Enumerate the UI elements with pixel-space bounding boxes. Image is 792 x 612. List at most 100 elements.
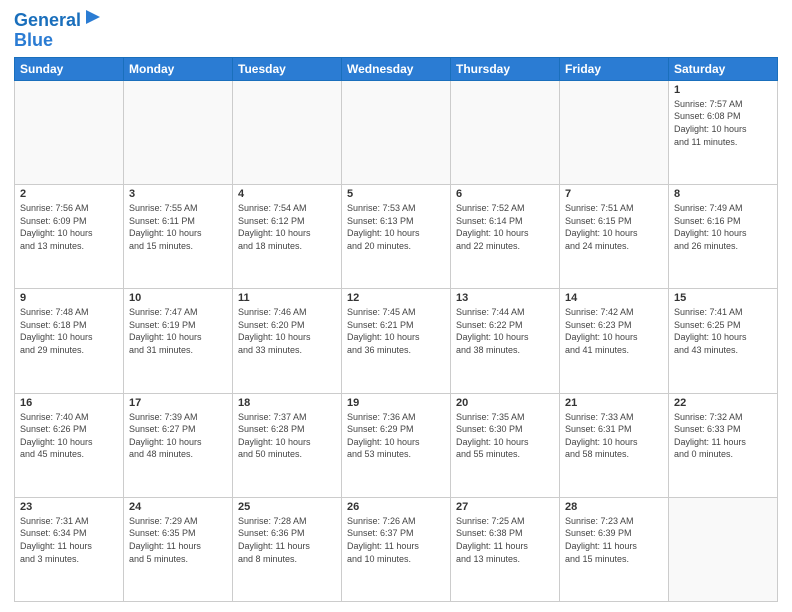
day-info: Sunrise: 7:46 AM Sunset: 6:20 PM Dayligh… (238, 306, 336, 356)
day-number: 3 (129, 188, 227, 200)
calendar-cell: 19Sunrise: 7:36 AM Sunset: 6:29 PM Dayli… (342, 393, 451, 497)
day-number: 12 (347, 292, 445, 304)
calendar-cell (15, 80, 124, 184)
calendar-cell: 22 Sunrise: 7:32 AM Sunset: 6:33 PM Dayli… (669, 393, 778, 497)
day-info: Sunrise: 7:54 AM Sunset: 6:12 PM Dayligh… (238, 202, 336, 252)
calendar-cell: 12 Sunrise: 7:45 AM Sunset: 6:21 PM Dayli… (342, 289, 451, 393)
calendar-cell: 9Sunrise: 7:48 AM Sunset: 6:18 PM Daylig… (15, 289, 124, 393)
calendar-cell: 25Sunrise: 7:28 AM Sunset: 6:36 PM Dayli… (233, 497, 342, 601)
calendar-cell: 18 Sunrise: 7:37 AM Sunset: 6:28 PM Dayli… (233, 393, 342, 497)
logo-arrow-icon (84, 8, 102, 26)
calendar-cell: 3 Sunrise: 7:55 AM Sunset: 6:11 PM Daylig… (124, 185, 233, 289)
weekday-header: Sunday (15, 57, 124, 80)
day-number: 23 (20, 501, 118, 513)
day-number: 24 (129, 501, 227, 513)
day-info: Sunrise: 7:52 AM Sunset: 6:14 PM Dayligh… (456, 202, 554, 252)
day-info: Sunrise: 7:40 AM Sunset: 6:26 PM Dayligh… (20, 411, 118, 461)
day-info: Sunrise: 7:48 AM Sunset: 6:18 PM Dayligh… (20, 306, 118, 356)
logo-blue-text: Blue (14, 31, 102, 51)
day-number: 2 (20, 188, 118, 200)
calendar-cell: 7 Sunrise: 7:51 AM Sunset: 6:15 PM Daylig… (560, 185, 669, 289)
weekday-header: Tuesday (233, 57, 342, 80)
calendar-cell: 23 Sunrise: 7:31 AM Sunset: 6:34 PM Dayli… (15, 497, 124, 601)
calendar-cell: 17 Sunrise: 7:39 AM Sunset: 6:27 PM Dayli… (124, 393, 233, 497)
day-info: Sunrise: 7:49 AM Sunset: 6:16 PM Dayligh… (674, 202, 772, 252)
calendar-cell: 11 Sunrise: 7:46 AM Sunset: 6:20 PM Dayli… (233, 289, 342, 393)
weekday-header: Friday (560, 57, 669, 80)
calendar-cell: 15Sunrise: 7:41 AM Sunset: 6:25 PM Dayli… (669, 289, 778, 393)
header: General Blue (14, 10, 778, 51)
calendar-week-row: 1 Sunrise: 7:57 AM Sunset: 6:08 PM Daylig… (15, 80, 778, 184)
day-number: 17 (129, 397, 227, 409)
day-number: 27 (456, 501, 554, 513)
calendar-cell (669, 497, 778, 601)
day-info: Sunrise: 7:57 AM Sunset: 6:08 PM Dayligh… (674, 98, 772, 148)
calendar-cell: 6 Sunrise: 7:52 AM Sunset: 6:14 PM Daylig… (451, 185, 560, 289)
day-number: 20 (456, 397, 554, 409)
day-number: 4 (238, 188, 336, 200)
day-info: Sunrise: 7:31 AM Sunset: 6:34 PM Dayligh… (20, 515, 118, 565)
calendar-cell: 10Sunrise: 7:47 AM Sunset: 6:19 PM Dayli… (124, 289, 233, 393)
calendar-cell: 2 Sunrise: 7:56 AM Sunset: 6:09 PM Daylig… (15, 185, 124, 289)
calendar-cell (124, 80, 233, 184)
day-number: 28 (565, 501, 663, 513)
calendar-cell (342, 80, 451, 184)
day-info: Sunrise: 7:33 AM Sunset: 6:31 PM Dayligh… (565, 411, 663, 461)
calendar-week-row: 9Sunrise: 7:48 AM Sunset: 6:18 PM Daylig… (15, 289, 778, 393)
calendar-cell: 21Sunrise: 7:33 AM Sunset: 6:31 PM Dayli… (560, 393, 669, 497)
day-number: 6 (456, 188, 554, 200)
day-info: Sunrise: 7:25 AM Sunset: 6:38 PM Dayligh… (456, 515, 554, 565)
calendar-cell: 20 Sunrise: 7:35 AM Sunset: 6:30 PM Dayli… (451, 393, 560, 497)
calendar-cell: 24 Sunrise: 7:29 AM Sunset: 6:35 PM Dayli… (124, 497, 233, 601)
day-info: Sunrise: 7:39 AM Sunset: 6:27 PM Dayligh… (129, 411, 227, 461)
day-info: Sunrise: 7:44 AM Sunset: 6:22 PM Dayligh… (456, 306, 554, 356)
weekday-header: Monday (124, 57, 233, 80)
weekday-header: Thursday (451, 57, 560, 80)
calendar-cell (451, 80, 560, 184)
day-number: 8 (674, 188, 772, 200)
calendar-cell: 8 Sunrise: 7:49 AM Sunset: 6:16 PM Daylig… (669, 185, 778, 289)
day-info: Sunrise: 7:23 AM Sunset: 6:39 PM Dayligh… (565, 515, 663, 565)
day-number: 16 (20, 397, 118, 409)
day-info: Sunrise: 7:56 AM Sunset: 6:09 PM Dayligh… (20, 202, 118, 252)
calendar-week-row: 23 Sunrise: 7:31 AM Sunset: 6:34 PM Dayli… (15, 497, 778, 601)
day-info: Sunrise: 7:51 AM Sunset: 6:15 PM Dayligh… (565, 202, 663, 252)
day-info: Sunrise: 7:35 AM Sunset: 6:30 PM Dayligh… (456, 411, 554, 461)
calendar-header-row: SundayMondayTuesdayWednesdayThursdayFrid… (15, 57, 778, 80)
day-number: 11 (238, 292, 336, 304)
day-number: 1 (674, 84, 772, 96)
calendar-table: SundayMondayTuesdayWednesdayThursdayFrid… (14, 57, 778, 602)
page: General Blue SundayMondayTue (0, 0, 792, 612)
calendar-week-row: 2 Sunrise: 7:56 AM Sunset: 6:09 PM Daylig… (15, 185, 778, 289)
calendar-cell (233, 80, 342, 184)
weekday-header: Saturday (669, 57, 778, 80)
day-info: Sunrise: 7:53 AM Sunset: 6:13 PM Dayligh… (347, 202, 445, 252)
calendar-cell: 28 Sunrise: 7:23 AM Sunset: 6:39 PM Dayli… (560, 497, 669, 601)
day-info: Sunrise: 7:41 AM Sunset: 6:25 PM Dayligh… (674, 306, 772, 356)
calendar-cell: 26Sunrise: 7:26 AM Sunset: 6:37 PM Dayli… (342, 497, 451, 601)
day-info: Sunrise: 7:42 AM Sunset: 6:23 PM Dayligh… (565, 306, 663, 356)
day-number: 14 (565, 292, 663, 304)
day-info: Sunrise: 7:45 AM Sunset: 6:21 PM Dayligh… (347, 306, 445, 356)
calendar-cell: 27 Sunrise: 7:25 AM Sunset: 6:38 PM Dayli… (451, 497, 560, 601)
day-number: 7 (565, 188, 663, 200)
calendar-week-row: 16 Sunrise: 7:40 AM Sunset: 6:26 PM Dayli… (15, 393, 778, 497)
day-number: 25 (238, 501, 336, 513)
day-number: 13 (456, 292, 554, 304)
calendar-cell: 13 Sunrise: 7:44 AM Sunset: 6:22 PM Dayli… (451, 289, 560, 393)
day-info: Sunrise: 7:29 AM Sunset: 6:35 PM Dayligh… (129, 515, 227, 565)
calendar-cell: 4 Sunrise: 7:54 AM Sunset: 6:12 PM Daylig… (233, 185, 342, 289)
day-number: 19 (347, 397, 445, 409)
day-number: 18 (238, 397, 336, 409)
calendar-cell: 14 Sunrise: 7:42 AM Sunset: 6:23 PM Dayli… (560, 289, 669, 393)
day-info: Sunrise: 7:32 AM Sunset: 6:33 PM Dayligh… (674, 411, 772, 461)
day-number: 22 (674, 397, 772, 409)
day-info: Sunrise: 7:55 AM Sunset: 6:11 PM Dayligh… (129, 202, 227, 252)
calendar-cell: 5Sunrise: 7:53 AM Sunset: 6:13 PM Daylig… (342, 185, 451, 289)
weekday-header: Wednesday (342, 57, 451, 80)
calendar-cell: 16 Sunrise: 7:40 AM Sunset: 6:26 PM Dayli… (15, 393, 124, 497)
logo-text: General (14, 11, 81, 31)
day-info: Sunrise: 7:37 AM Sunset: 6:28 PM Dayligh… (238, 411, 336, 461)
day-info: Sunrise: 7:47 AM Sunset: 6:19 PM Dayligh… (129, 306, 227, 356)
calendar-cell (560, 80, 669, 184)
